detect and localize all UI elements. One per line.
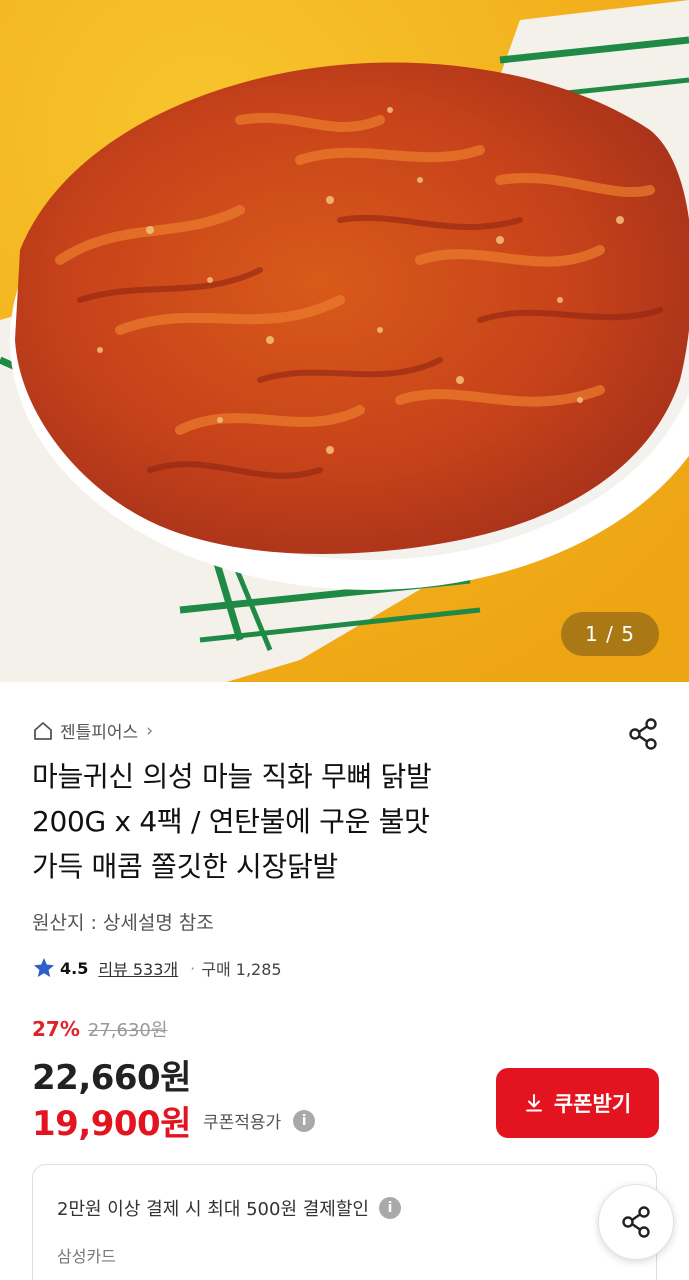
chevron-right-icon: › xyxy=(146,720,154,741)
card-benefit: 2만원 이상 결제 시 최대 500원 결제할인 i xyxy=(57,1195,401,1221)
product-image-gallery[interactable]: 1 / 5 xyxy=(0,0,689,682)
share-icon xyxy=(629,718,657,750)
product-title: 마늘귀신 의성 마늘 직화 무뼈 닭발 200G x 4팩 / 연탄불에 구운 … xyxy=(32,754,592,889)
original-price: 27,630원 xyxy=(87,1020,168,1041)
product-info: 젠틀피어스 › 마늘귀신 의성 마늘 직화 무뼈 닭발 200G x 4팩 / … xyxy=(0,682,689,1280)
image-counter: 1 / 5 xyxy=(561,612,659,656)
floating-share-button[interactable] xyxy=(598,1184,674,1260)
get-coupon-label: 쿠폰받기 xyxy=(553,1093,632,1116)
info-icon[interactable]: i xyxy=(293,1109,316,1132)
card-benefit-box[interactable]: 2만원 이상 결제 시 최대 500원 결제할인 i 삼성카드 xyxy=(32,1164,657,1280)
get-coupon-button[interactable]: 쿠폰받기 xyxy=(496,1068,659,1138)
purchase-count: 구매 1,285 xyxy=(201,960,282,979)
info-icon[interactable]: i xyxy=(378,1197,401,1219)
coupon-price: 19,900원 xyxy=(32,1104,191,1144)
product-title-line: 마늘귀신 의성 마늘 직화 무뼈 닭발 xyxy=(32,760,432,793)
rating-score: 4.5 xyxy=(60,958,89,978)
origin-info: 원산지 : 상세설명 참조 xyxy=(32,912,214,934)
card-name: 삼성카드 xyxy=(57,1247,116,1266)
sale-price: 22,660원 xyxy=(32,1058,191,1098)
product-title-line: 200G x 4팩 / 연탄불에 구운 불맛 xyxy=(32,805,430,838)
discount-rate: 27% xyxy=(32,1017,80,1041)
product-title-line: 가득 매콤 쫄깃한 시장닭발 xyxy=(32,850,338,883)
product-photo xyxy=(0,0,689,682)
discount-row: 27% 27,630원 xyxy=(32,1016,167,1042)
star-icon xyxy=(34,958,54,977)
review-link[interactable]: 리뷰 533개 xyxy=(98,956,178,980)
share-button[interactable] xyxy=(623,714,663,754)
card-benefit-text: 2만원 이상 결제 시 최대 500원 결제할인 xyxy=(57,1199,369,1220)
separator-dot: · xyxy=(190,958,196,978)
home-icon xyxy=(34,721,52,740)
coupon-price-row: 19,900원 쿠폰적용가 i xyxy=(32,1096,316,1145)
brand-link[interactable]: 젠틀피어스 › xyxy=(32,718,153,743)
coupon-note: 쿠폰적용가 xyxy=(202,1113,282,1133)
rating-row: 4.5 리뷰 533개 · 구매 1,285 xyxy=(32,956,282,980)
share-icon xyxy=(622,1206,650,1238)
download-icon xyxy=(525,1094,542,1112)
brand-name: 젠틀피어스 xyxy=(60,723,139,743)
